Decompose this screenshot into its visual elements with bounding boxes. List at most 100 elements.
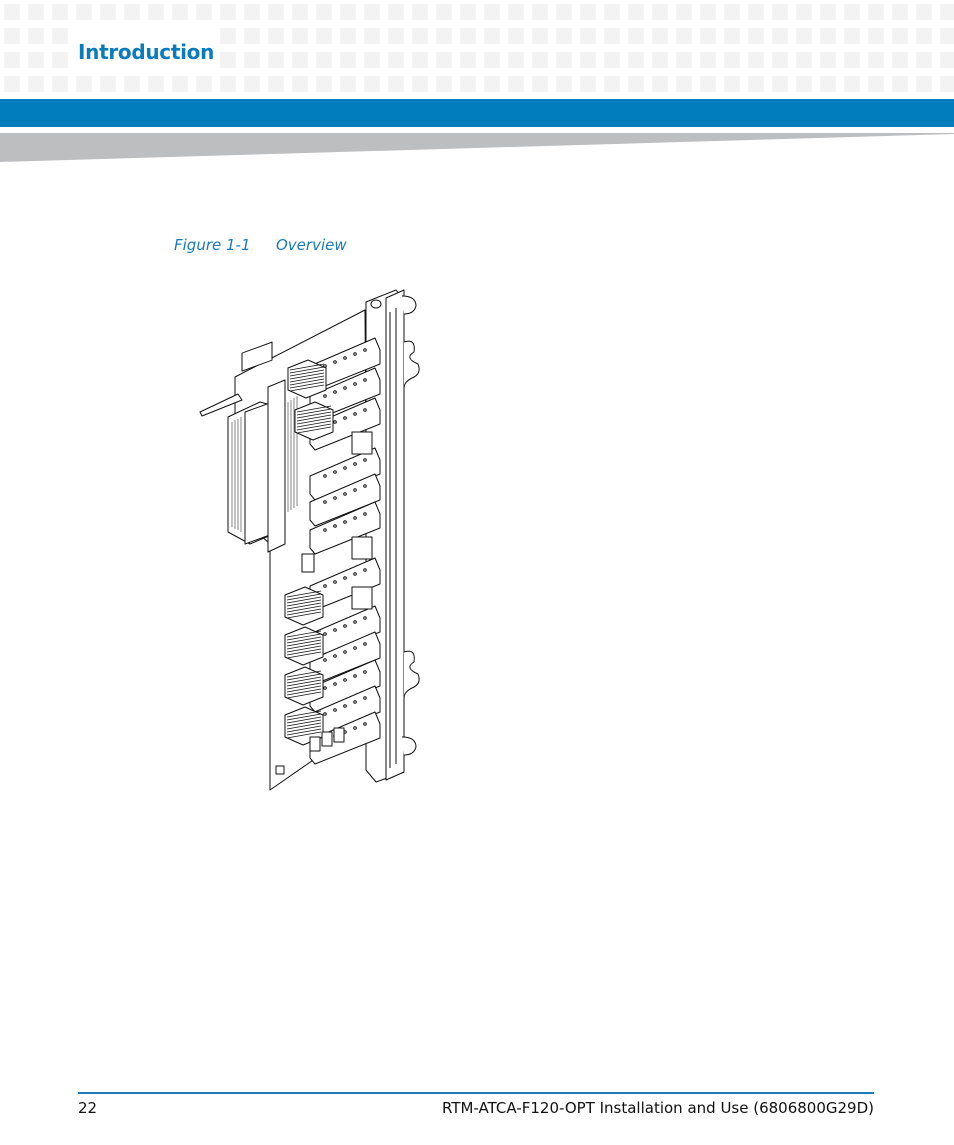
bottom-handle <box>401 736 417 756</box>
vent-hole <box>333 654 337 658</box>
pattern-square <box>652 4 668 20</box>
pattern-square <box>676 52 692 68</box>
vent-hole <box>353 700 357 704</box>
pattern-square <box>532 52 548 68</box>
pattern-square <box>868 76 884 92</box>
pattern-square <box>484 28 500 44</box>
pattern-square <box>244 28 260 44</box>
header-accent-bar <box>0 99 954 127</box>
vent-hole <box>333 470 337 474</box>
pattern-square <box>748 76 764 92</box>
vent-hole <box>353 488 357 492</box>
vent-hole <box>363 512 367 516</box>
pattern-square <box>220 76 236 92</box>
pattern-square <box>268 52 284 68</box>
pattern-square <box>292 4 308 20</box>
pattern-square <box>532 4 548 20</box>
pattern-square <box>316 76 332 92</box>
pattern-square <box>28 4 44 20</box>
pattern-square <box>676 76 692 92</box>
pattern-square <box>628 52 644 68</box>
vent-hole <box>353 382 357 386</box>
pattern-square <box>220 28 236 44</box>
vent-hole <box>363 378 367 382</box>
pattern-square <box>412 28 428 44</box>
pattern-square <box>796 52 812 68</box>
vent-hole <box>323 658 327 662</box>
pattern-square <box>508 52 524 68</box>
pattern-square <box>124 76 140 92</box>
pattern-square <box>916 52 932 68</box>
pattern-square <box>724 52 740 68</box>
heat-sink <box>284 626 324 666</box>
pattern-square <box>892 76 908 92</box>
pattern-square <box>940 28 954 44</box>
pattern-square <box>772 4 788 20</box>
vent-hole <box>323 394 327 398</box>
pattern-square <box>868 4 884 20</box>
pattern-square <box>412 76 428 92</box>
vent-hole <box>333 360 337 364</box>
pattern-square <box>364 76 380 92</box>
vent-hole <box>353 620 357 624</box>
pattern-square <box>364 28 380 44</box>
pattern-square <box>388 52 404 68</box>
pattern-square <box>220 4 236 20</box>
pattern-square <box>892 28 908 44</box>
pattern-square <box>388 4 404 20</box>
document-title: RTM-ATCA-F120-OPT Installation and Use (… <box>442 1099 874 1117</box>
vent-hole <box>363 484 367 488</box>
pattern-square <box>580 52 596 68</box>
vent-hole <box>343 704 347 708</box>
vent-hole <box>333 420 337 424</box>
rj-connector <box>351 431 373 455</box>
vent-hole <box>363 568 367 572</box>
pattern-square <box>460 28 476 44</box>
pattern-square <box>820 76 836 92</box>
pattern-square <box>748 52 764 68</box>
pattern-square <box>844 52 860 68</box>
vent-hole <box>323 632 327 636</box>
pattern-square <box>604 52 620 68</box>
pattern-square <box>460 52 476 68</box>
pattern-square <box>340 4 356 20</box>
vent-hole <box>353 726 357 730</box>
top-latch <box>403 340 420 389</box>
pattern-square <box>820 52 836 68</box>
pattern-square <box>700 52 716 68</box>
pattern-square <box>76 4 92 20</box>
pattern-square <box>364 52 380 68</box>
pattern-square <box>4 28 20 44</box>
top-handle <box>401 295 417 315</box>
pattern-square <box>52 28 68 44</box>
vent-hole <box>363 642 367 646</box>
pattern-square <box>388 76 404 92</box>
pattern-square <box>748 28 764 44</box>
pattern-square <box>268 28 284 44</box>
vent-hole <box>353 674 357 678</box>
header-gray-wedge <box>0 133 954 162</box>
pattern-square <box>940 76 954 92</box>
pattern-square <box>412 52 428 68</box>
pattern-square <box>604 4 620 20</box>
vent-hole <box>333 580 337 584</box>
pattern-square <box>724 4 740 20</box>
vent-hole <box>363 696 367 700</box>
pattern-square <box>604 28 620 44</box>
pattern-square <box>364 4 380 20</box>
vent-hole <box>343 466 347 470</box>
pattern-square <box>316 28 332 44</box>
pattern-square <box>940 52 954 68</box>
vent-hole <box>323 528 327 532</box>
vent-hole <box>363 408 367 412</box>
pattern-square <box>796 4 812 20</box>
pattern-square <box>196 76 212 92</box>
pattern-square <box>292 52 308 68</box>
pattern-square <box>556 76 572 92</box>
front-panel-face <box>385 289 405 781</box>
pattern-square <box>100 4 116 20</box>
pattern-square <box>28 28 44 44</box>
vent-hole <box>323 474 327 478</box>
pattern-square <box>436 52 452 68</box>
pattern-square <box>700 28 716 44</box>
